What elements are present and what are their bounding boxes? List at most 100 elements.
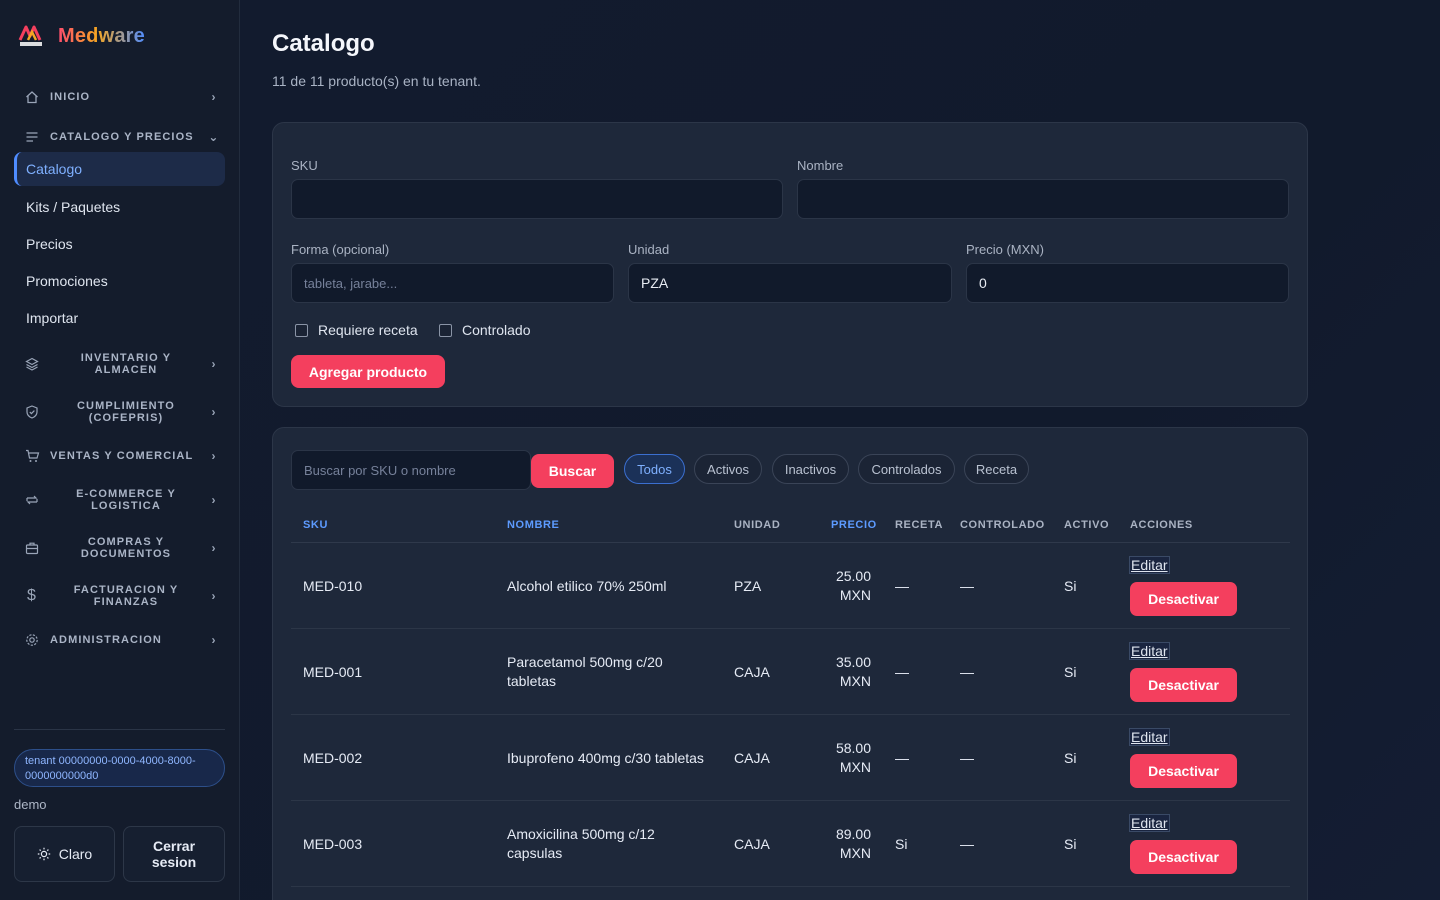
filter-chip-receta[interactable]: Receta [964,454,1029,484]
edit-link[interactable]: Editar [1129,728,1170,746]
nav-group-facturacion[interactable]: $ FACTURACION Y FINANZAS › [14,582,226,610]
checkbox-box[interactable] [295,323,308,337]
search-button[interactable]: Buscar [531,454,614,488]
column-header-controlado: CONTROLADO [960,519,1045,531]
nav-group-compras[interactable]: COMPRAS Y DOCUMENTOS › [14,534,226,562]
shield-icon [14,405,50,419]
deactivate-button[interactable]: Desactivar [1130,840,1237,874]
price-currency: MXN [839,587,871,603]
cell-price: 89.00 MXN [811,825,871,863]
cell-name: Amoxicilina 500mg c/12 capsulas [507,826,655,861]
edit-link[interactable]: Editar [1129,642,1170,660]
table-row: MED-003 Amoxicilina 500mg c/12 capsulas … [291,801,1290,887]
edit-link[interactable]: Editar [1129,556,1170,574]
cell-receta: — [895,750,909,766]
cell-controlado: — [960,578,974,594]
sidebar-item-importar[interactable]: Importar [14,301,225,335]
nav-group-cumplimiento[interactable]: CUMPLIMIENTO (COFEPRIS) › [14,398,226,426]
cell-name: Alcohol etilico 70% 250ml [507,578,667,594]
column-header-activo: ACTIVO [1064,519,1110,531]
cell-controlado: — [960,664,974,680]
gear-icon [14,633,50,647]
cell-sku: MED-003 [303,836,363,852]
deactivate-button[interactable]: Desactivar [1130,754,1237,788]
sku-label: SKU [291,158,318,173]
nav-group-label: FACTURACION Y FINANZAS [73,584,179,608]
cell-activo: Si [1064,664,1077,680]
table-row: MED-002 Ibuprofeno 400mg c/30 tabletas C… [291,715,1290,801]
column-header-precio[interactable]: PRECIO [831,519,877,531]
form-label: Forma (opcional) [291,242,390,257]
brand[interactable]: Medware [18,24,145,48]
price-amount: 35.00 [835,654,871,670]
nav-group-ventas[interactable]: VENTAS Y COMERCIAL › [14,447,226,465]
cell-activo: Si [1064,750,1077,766]
name-input[interactable] [797,179,1289,219]
sidebar: Medware INICIO › CATALOGO Y PRECIOS ⌄ Ca… [0,0,240,900]
column-header-receta: RECETA [895,519,944,531]
chevron-right-icon: › [211,449,217,463]
sidebar-item-precios[interactable]: Precios [14,227,225,261]
nav-group-ecommerce[interactable]: E-COMMERCE Y LOGISTICA › [14,486,226,514]
nav-group-inicio[interactable]: INICIO › [14,88,226,106]
nav-group-administracion[interactable]: ADMINISTRACION › [14,631,226,649]
cell-activo: Si [1064,578,1077,594]
edit-link[interactable]: Editar [1129,814,1170,832]
sidebar-item-catalogo[interactable]: Catalogo [14,152,225,186]
briefcase-icon [14,541,50,555]
cell-unit: CAJA [734,750,770,766]
filter-chip-activos[interactable]: Activos [694,454,762,484]
cell-price: 25.00 MXN [811,567,871,605]
price-currency: MXN [839,673,871,689]
form-input[interactable]: tableta, jarabe... [291,263,614,303]
deactivate-button[interactable]: Desactivar [1130,668,1237,702]
filter-chip-todos[interactable]: Todos [624,454,685,484]
cell-controlado: — [960,836,974,852]
chevron-right-icon: › [211,357,217,371]
home-icon [14,90,50,104]
deactivate-button[interactable]: Desactivar [1130,582,1237,616]
checkbox-label: Controlado [462,322,531,338]
cell-receta: Si [895,836,908,852]
chevron-right-icon: › [211,633,217,647]
cell-sku: MED-001 [303,664,363,680]
user-name: demo [14,797,47,812]
logout-button[interactable]: Cerrar sesion [123,826,225,882]
repeat-icon [14,493,50,507]
column-header-sku[interactable]: SKU [303,519,328,531]
main-content: Catalogo 11 de 11 producto(s) en tu tena… [240,0,1440,900]
controlled-checkbox[interactable]: Controlado [439,322,531,338]
theme-toggle-button[interactable]: Claro [14,826,115,882]
nav-group-catalogo[interactable]: CATALOGO Y PRECIOS ⌄ [14,128,226,146]
filter-chip-inactivos[interactable]: Inactivos [772,454,849,484]
cart-icon [14,449,50,463]
nav-group-inventario[interactable]: INVENTARIO Y ALMACEN › [14,350,226,378]
cell-sku: MED-010 [303,578,363,594]
sku-input[interactable] [291,179,783,219]
requires-prescription-checkbox[interactable]: Requiere receta [295,322,418,338]
medware-logo-icon [18,24,46,48]
column-header-acciones: ACCIONES [1130,519,1193,531]
price-label: Precio (MXN) [966,242,1045,257]
column-header-nombre[interactable]: NOMBRE [507,519,560,531]
cell-activo: Si [1064,836,1077,852]
cell-unit: CAJA [734,836,770,852]
cell-name: Ibuprofeno 400mg c/30 tabletas [507,750,704,766]
price-input[interactable]: 0 [966,263,1289,303]
add-product-button[interactable]: Agregar producto [291,355,445,388]
unit-input[interactable]: PZA [628,263,952,303]
nav-group-label: CUMPLIMIENTO (COFEPRIS) [77,400,175,424]
cell-name: Paracetamol 500mg c/20 tabletas [507,654,663,689]
cell-receta: — [895,578,909,594]
price-amount: 25.00 [835,568,871,584]
search-input[interactable]: Buscar por SKU o nombre [291,450,531,490]
filter-chip-controlados[interactable]: Controlados [858,454,955,484]
checkbox-box[interactable] [439,323,452,337]
chevron-down-icon: ⌄ [208,130,220,144]
price-amount: 58.00 [835,740,871,756]
sidebar-item-kits[interactable]: Kits / Paquetes [14,190,225,224]
nav-group-label: CATALOGO Y PRECIOS [50,131,194,143]
sidebar-item-promociones[interactable]: Promociones [14,264,225,298]
list-icon [14,130,50,144]
cell-sku: MED-002 [303,750,363,766]
